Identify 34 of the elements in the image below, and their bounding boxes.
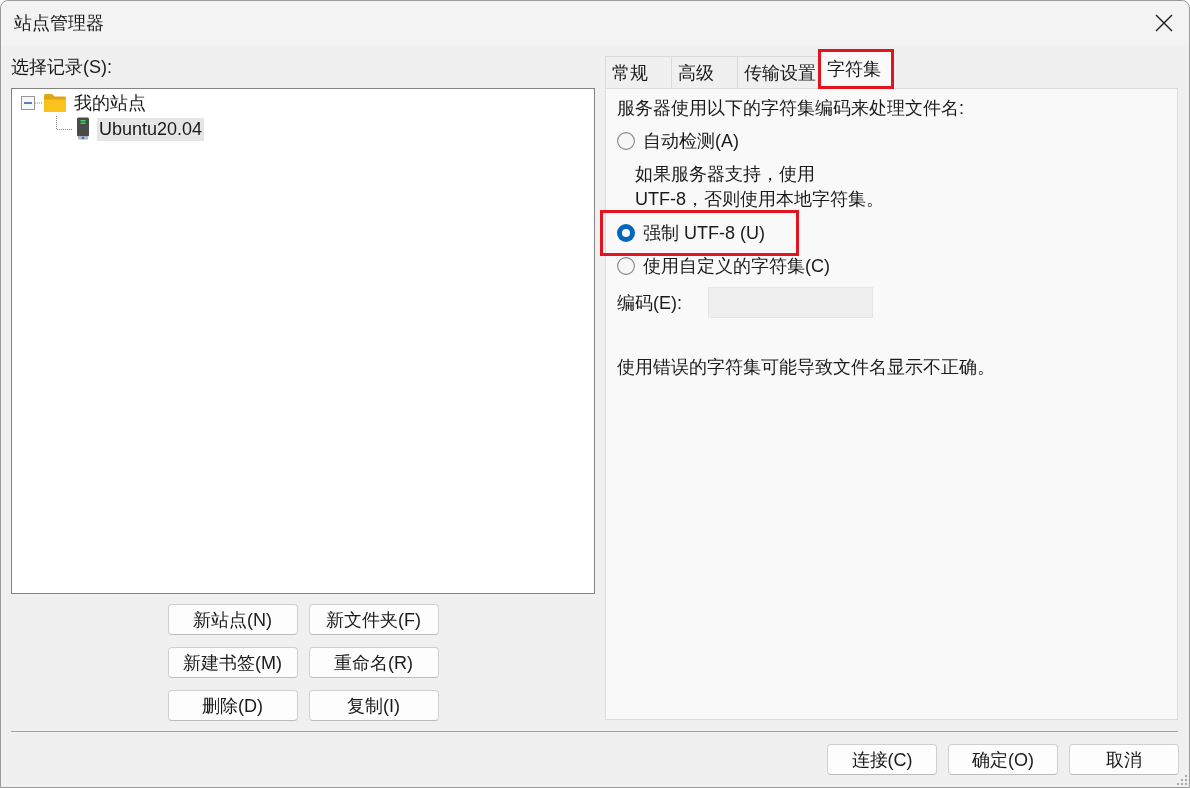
minus-box-icon[interactable] xyxy=(21,96,35,110)
warning-note: 使用错误的字符集可能导致文件名显示不正确。 xyxy=(617,356,995,379)
close-icon[interactable] xyxy=(1155,14,1173,32)
tree-line xyxy=(56,116,73,130)
resize-grip-icon[interactable] xyxy=(1176,774,1188,786)
site-action-button[interactable]: 新建书签(M) xyxy=(167,647,298,678)
panel-heading: 服务器使用以下的字符集编码来处理文件名: xyxy=(617,97,964,120)
dialog-button[interactable]: 确定(O) xyxy=(948,744,1058,775)
tab[interactable]: 传输设置 xyxy=(737,56,818,88)
radio-icon[interactable] xyxy=(617,224,635,242)
radio-icon[interactable] xyxy=(617,257,635,275)
tab[interactable]: 高级 xyxy=(671,56,737,88)
site-action-button[interactable]: 新站点(N) xyxy=(167,604,298,635)
dialog-button[interactable]: 取消 xyxy=(1069,744,1179,775)
field-label: 编码(E): xyxy=(617,291,682,315)
tree-item[interactable]: Ubuntu20.04 xyxy=(97,117,205,141)
radio-option[interactable]: 强制 UTF-8 (U) xyxy=(617,221,765,245)
tab[interactable]: 字符集 xyxy=(821,52,891,86)
site-action-button[interactable]: 新文件夹(F) xyxy=(308,604,439,635)
tree-item[interactable]: 我的站点 xyxy=(72,91,148,115)
window-title: 站点管理器 xyxy=(14,12,104,35)
server-icon xyxy=(75,117,91,141)
site-action-button[interactable]: 删除(D) xyxy=(167,690,298,721)
radio-icon[interactable] xyxy=(617,132,635,150)
tree-line xyxy=(35,102,43,104)
site-action-button[interactable]: 复制(I) xyxy=(308,690,439,721)
site-action-button[interactable]: 重命名(R) xyxy=(308,647,439,678)
radio-option[interactable]: 使用自定义的字符集(C) xyxy=(617,254,830,278)
tab[interactable]: 常规 xyxy=(605,56,671,88)
tree-label: 选择记录(S): xyxy=(11,56,112,79)
folder-icon xyxy=(43,93,67,113)
option-description: 如果服务器支持，使用 UTF-8，否则使用本地字符集。 xyxy=(635,163,884,211)
radio-option[interactable]: 自动检测(A) xyxy=(617,129,739,153)
dialog-button[interactable]: 连接(C) xyxy=(827,744,937,775)
